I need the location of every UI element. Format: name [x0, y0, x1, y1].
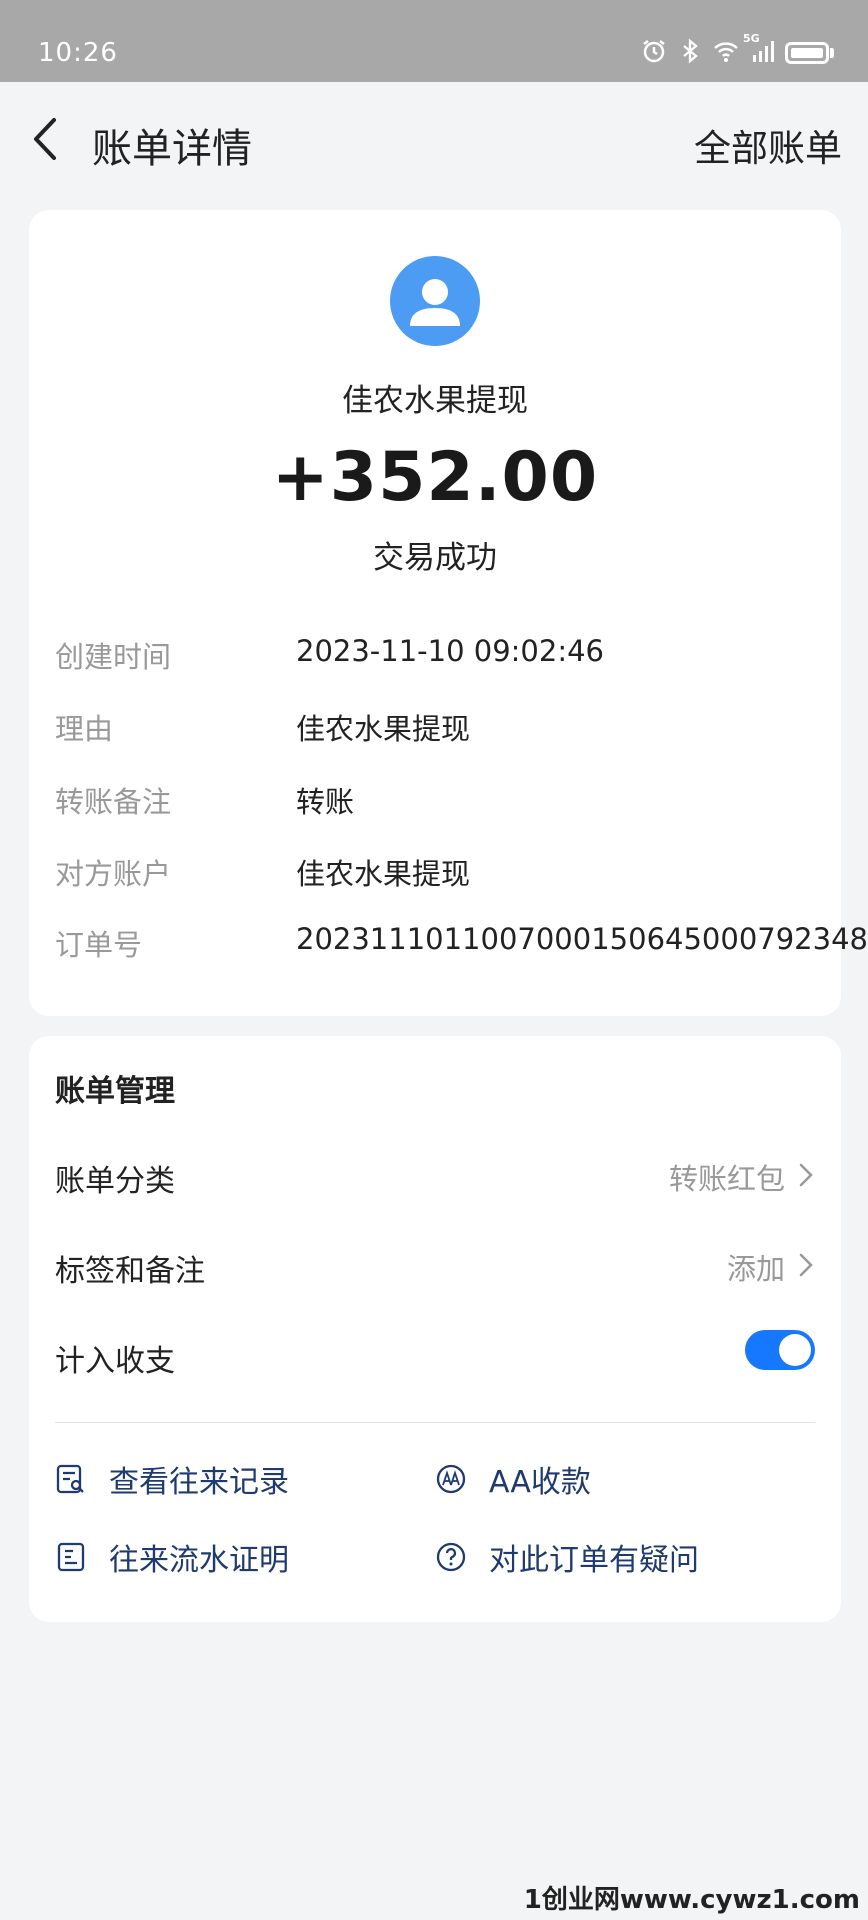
bill-management-card: 账单管理 账单分类 转账红包 标签和备注 添加 计入收支 查看往来记录 AA收款	[29, 1036, 841, 1622]
tags-notes-label: 标签和备注	[55, 1254, 205, 1289]
bill-category-value: 转账红包	[668, 1162, 785, 1196]
detail-row-created-time: 创建时间 2023-11-10 09:02:46	[55, 634, 835, 674]
include-budget-row: 计入收支	[55, 1330, 815, 1380]
status-time: 10:26	[38, 38, 118, 68]
status-icons: 5G	[641, 32, 834, 68]
tags-notes-value: 添加	[726, 1252, 785, 1286]
detail-label: 理由	[55, 712, 114, 746]
detail-label: 订单号	[55, 928, 143, 962]
detail-value: 佳农水果提现	[296, 857, 471, 891]
detail-value: 转账	[296, 785, 355, 819]
transaction-status: 交易成功	[373, 540, 497, 576]
view-history-link[interactable]: 查看往来记录	[55, 1454, 289, 1504]
status-bar: 10:26 5G	[0, 0, 868, 82]
aa-collect-label: AA收款	[489, 1465, 591, 1500]
statement-proof-label: 往来流水证明	[109, 1543, 289, 1578]
view-history-label: 查看往来记录	[109, 1465, 289, 1500]
tags-notes-row[interactable]: 标签和备注 添加	[55, 1240, 815, 1290]
order-question-label: 对此订单有疑问	[489, 1543, 699, 1578]
network-label: 5G	[743, 32, 760, 45]
chevron-left-icon	[34, 118, 56, 160]
transaction-card: 佳农水果提现 +352.00 交易成功 创建时间 2023-11-10 09:0…	[29, 210, 868, 1016]
transaction-amount: +352.00	[271, 438, 599, 517]
header-bar: 账单详情 全部账单	[0, 82, 868, 200]
all-bills-link[interactable]: 全部账单	[694, 118, 842, 172]
aa-icon	[436, 1464, 466, 1494]
aa-collect-link[interactable]: AA收款	[435, 1454, 591, 1504]
detail-label: 转账备注	[55, 785, 172, 819]
detail-value: 20231110110070001506450007923487	[296, 922, 868, 956]
detail-row-counterparty: 对方账户 佳农水果提现	[55, 851, 835, 891]
document-icon	[57, 1542, 85, 1572]
wifi-icon	[713, 38, 739, 68]
toggle-knob	[779, 1334, 811, 1366]
detail-row-order-number: 订单号 20231110110070001506450007923487	[55, 922, 868, 962]
bill-category-row[interactable]: 账单分类 转账红包	[55, 1150, 815, 1200]
detail-row-reason: 理由 佳农水果提现	[55, 706, 835, 746]
detail-row-transfer-note: 转账备注 转账	[55, 779, 835, 819]
signal-5g-icon: 5G	[743, 32, 775, 68]
include-budget-label: 计入收支	[55, 1344, 175, 1379]
payee-name: 佳农水果提现	[342, 383, 528, 419]
battery-icon	[785, 42, 834, 64]
detail-value: 2023-11-10 09:02:46	[296, 634, 604, 668]
user-icon	[410, 279, 460, 326]
divider	[55, 1422, 815, 1423]
question-icon	[436, 1542, 466, 1572]
section-title: 账单管理	[55, 1074, 175, 1109]
watermark: 1创业网www.cywz1.com	[523, 1885, 860, 1915]
alarm-icon	[641, 38, 667, 68]
record-search-icon	[56, 1464, 84, 1494]
include-budget-toggle[interactable]	[745, 1330, 815, 1370]
detail-value: 佳农水果提现	[296, 712, 471, 746]
bluetooth-icon	[677, 38, 703, 68]
bill-category-label: 账单分类	[55, 1164, 175, 1199]
detail-label: 创建时间	[55, 640, 172, 674]
avatar	[390, 256, 480, 346]
back-button[interactable]	[26, 114, 66, 164]
detail-label: 对方账户	[55, 857, 172, 891]
order-question-link[interactable]: 对此订单有疑问	[435, 1532, 699, 1582]
chevron-right-icon	[799, 1163, 813, 1187]
page-title: 账单详情	[92, 126, 252, 172]
statement-proof-link[interactable]: 往来流水证明	[55, 1532, 289, 1582]
chevron-right-icon	[799, 1253, 813, 1277]
